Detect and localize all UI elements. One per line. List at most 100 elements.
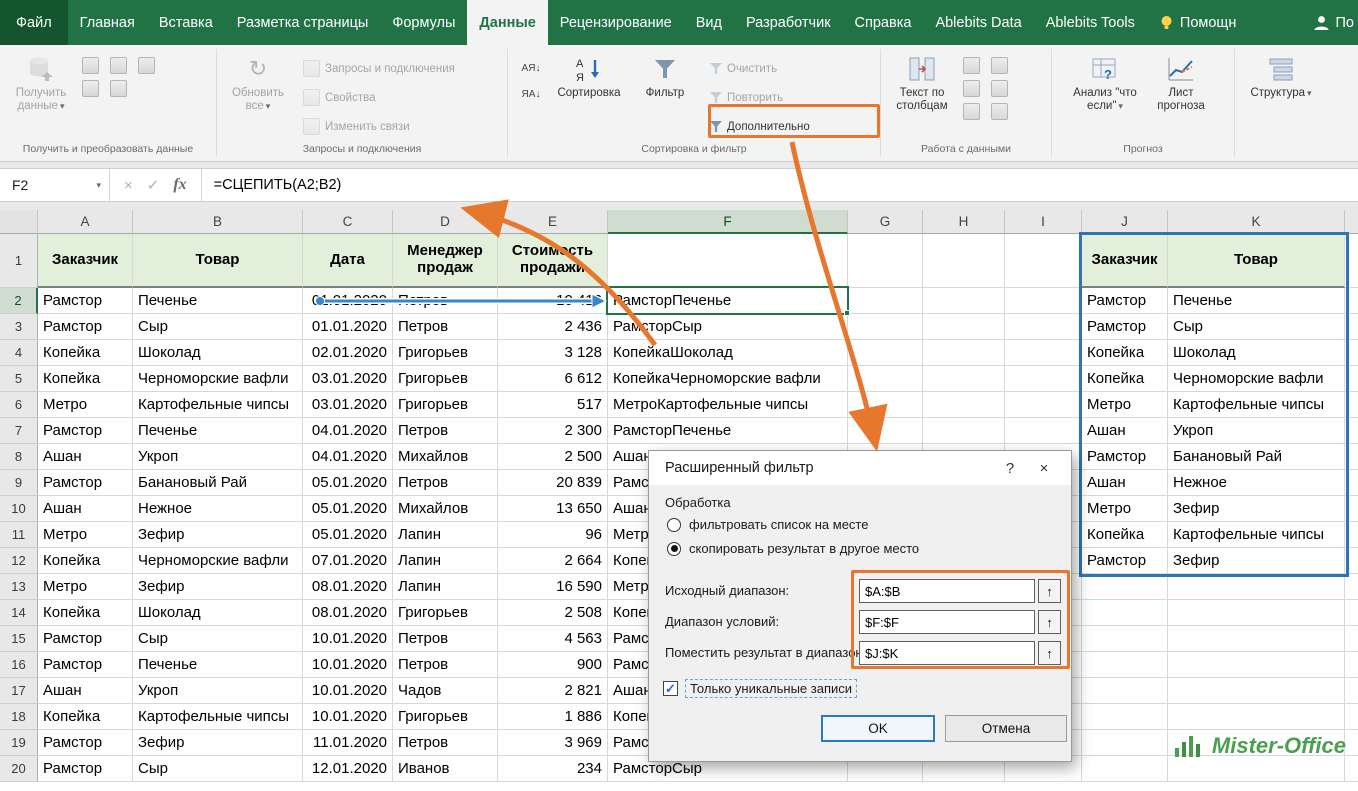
column-header-I[interactable]: I	[1005, 210, 1082, 234]
grid-cell[interactable]	[608, 234, 848, 288]
row-header-12[interactable]: 12	[0, 548, 38, 574]
result-cell[interactable]: Зефир	[1168, 548, 1345, 574]
grid-cell[interactable]: Михайлов	[393, 444, 498, 470]
result-header-cell[interactable]: Заказчик	[1082, 234, 1168, 288]
grid-cell[interactable]: Петров	[393, 418, 498, 444]
grid-cell[interactable]	[1345, 392, 1358, 418]
grid-cell[interactable]	[1005, 418, 1082, 444]
grid-cell[interactable]	[1345, 470, 1358, 496]
grid-cell[interactable]: Михайлов	[393, 496, 498, 522]
grid-cell[interactable]: Лапин	[393, 574, 498, 600]
grid-cell[interactable]: РамсторПеченье	[608, 418, 848, 444]
select-all-corner[interactable]	[0, 210, 38, 234]
table-header-cell[interactable]: Заказчик	[38, 234, 133, 288]
grid-cell[interactable]	[1345, 444, 1358, 470]
grid-cell[interactable]	[1005, 340, 1082, 366]
grid-cell[interactable]	[923, 366, 1005, 392]
grid-cell[interactable]	[1345, 522, 1358, 548]
grid-cell[interactable]: Шоколад	[133, 600, 303, 626]
tab-data[interactable]: Данные	[467, 0, 547, 45]
result-cell[interactable]: Укроп	[1168, 418, 1345, 444]
grid-cell[interactable]: Нежное	[133, 496, 303, 522]
grid-cell[interactable]: РамсторПеченье	[608, 288, 848, 314]
grid-cell[interactable]: Петров	[393, 288, 498, 314]
tab-file[interactable]: Файл	[0, 0, 68, 45]
grid-cell[interactable]	[1345, 652, 1358, 678]
grid-cell[interactable]: Метро	[38, 574, 133, 600]
grid-cell[interactable]: Петров	[393, 730, 498, 756]
grid-cell[interactable]: 01.01.2020	[303, 288, 393, 314]
grid-cell[interactable]	[848, 392, 923, 418]
grid-cell[interactable]: 2 508	[498, 600, 608, 626]
result-cell[interactable]: Рамстор	[1082, 288, 1168, 314]
result-cell[interactable]	[1082, 600, 1168, 626]
result-cell[interactable]: Сыр	[1168, 314, 1345, 340]
text-to-columns-button[interactable]: Текст по столбцам	[887, 49, 957, 113]
row-header-6[interactable]: 6	[0, 392, 38, 418]
row-header-2[interactable]: 2	[0, 288, 38, 314]
enter-entry-button[interactable]: ✓	[147, 176, 160, 194]
data-validation-icon[interactable]	[963, 80, 980, 97]
recent-sources-icon[interactable]	[82, 80, 99, 97]
grid-cell[interactable]: Метро	[38, 522, 133, 548]
result-cell[interactable]	[1082, 574, 1168, 600]
ok-button[interactable]: OK	[821, 715, 935, 742]
grid-cell[interactable]: 08.01.2020	[303, 600, 393, 626]
result-header-cell[interactable]: Товар	[1168, 234, 1345, 288]
result-cell[interactable]: Картофельные чипсы	[1168, 392, 1345, 418]
grid-cell[interactable]: 12.01.2020	[303, 756, 393, 782]
unique-records-checkbox[interactable]: ✓ Только уникальные записи	[663, 679, 857, 698]
grid-cell[interactable]	[923, 418, 1005, 444]
row-header-14[interactable]: 14	[0, 600, 38, 626]
reapply-filter-button[interactable]: Повторить	[706, 85, 814, 110]
grid-cell[interactable]: 2 436	[498, 314, 608, 340]
grid-cell[interactable]: 04.01.2020	[303, 418, 393, 444]
dialog-title-bar[interactable]: Расширенный фильтр ? ×	[649, 451, 1071, 485]
grid-cell[interactable]: 3 969	[498, 730, 608, 756]
formula-input[interactable]: =СЦЕПИТЬ(A2;B2)	[202, 169, 342, 201]
advanced-filter-button[interactable]: Дополнительно	[706, 114, 814, 139]
row-header-1[interactable]: 1	[0, 234, 38, 288]
properties-button[interactable]: Свойства	[299, 85, 459, 110]
grid-cell[interactable]: 10.01.2020	[303, 652, 393, 678]
grid-cell[interactable]: Григорьев	[393, 366, 498, 392]
grid-cell[interactable]	[1345, 234, 1358, 288]
grid-cell[interactable]	[1345, 574, 1358, 600]
grid-cell[interactable]: 2 664	[498, 548, 608, 574]
remove-duplicates-icon[interactable]	[991, 57, 1008, 74]
grid-cell[interactable]: 07.01.2020	[303, 548, 393, 574]
result-cell[interactable]: Копейка	[1082, 366, 1168, 392]
result-cell[interactable]: Рамстор	[1082, 314, 1168, 340]
result-cell[interactable]	[1082, 626, 1168, 652]
grid-cell[interactable]	[923, 340, 1005, 366]
grid-cell[interactable]: 01.01.2020	[303, 314, 393, 340]
sort-button[interactable]: АЯ Сортировка	[554, 49, 624, 100]
result-cell[interactable]	[1082, 756, 1168, 782]
consolidate-icon[interactable]	[991, 80, 1008, 97]
grid-cell[interactable]: Иванов	[393, 756, 498, 782]
grid-cell[interactable]: Копейка	[38, 340, 133, 366]
grid-cell[interactable]: Укроп	[133, 444, 303, 470]
column-header-A[interactable]: A	[38, 210, 133, 234]
tab-formulas[interactable]: Формулы	[380, 0, 467, 45]
relationships-icon[interactable]	[963, 103, 980, 120]
grid-cell[interactable]: 03.01.2020	[303, 366, 393, 392]
grid-cell[interactable]: 1 886	[498, 704, 608, 730]
row-header-8[interactable]: 8	[0, 444, 38, 470]
grid-cell[interactable]: Петров	[393, 314, 498, 340]
tab-assistant[interactable]: Помощн	[1147, 0, 1248, 45]
row-header-18[interactable]: 18	[0, 704, 38, 730]
grid-cell[interactable]: Рамстор	[38, 314, 133, 340]
grid-cell[interactable]	[1345, 548, 1358, 574]
grid-cell[interactable]: Копейка	[38, 548, 133, 574]
grid-cell[interactable]: 13 650	[498, 496, 608, 522]
grid-cell[interactable]: Сыр	[133, 626, 303, 652]
result-cell[interactable]	[1168, 574, 1345, 600]
grid-cell[interactable]: 517	[498, 392, 608, 418]
grid-cell[interactable]: 900	[498, 652, 608, 678]
source-range-input[interactable]	[859, 579, 1035, 603]
from-web-icon[interactable]	[110, 57, 127, 74]
sort-ascending-button[interactable]: АЯ↓	[514, 57, 548, 79]
result-cell[interactable]: Метро	[1082, 392, 1168, 418]
grid-cell[interactable]: 10 416	[498, 288, 608, 314]
